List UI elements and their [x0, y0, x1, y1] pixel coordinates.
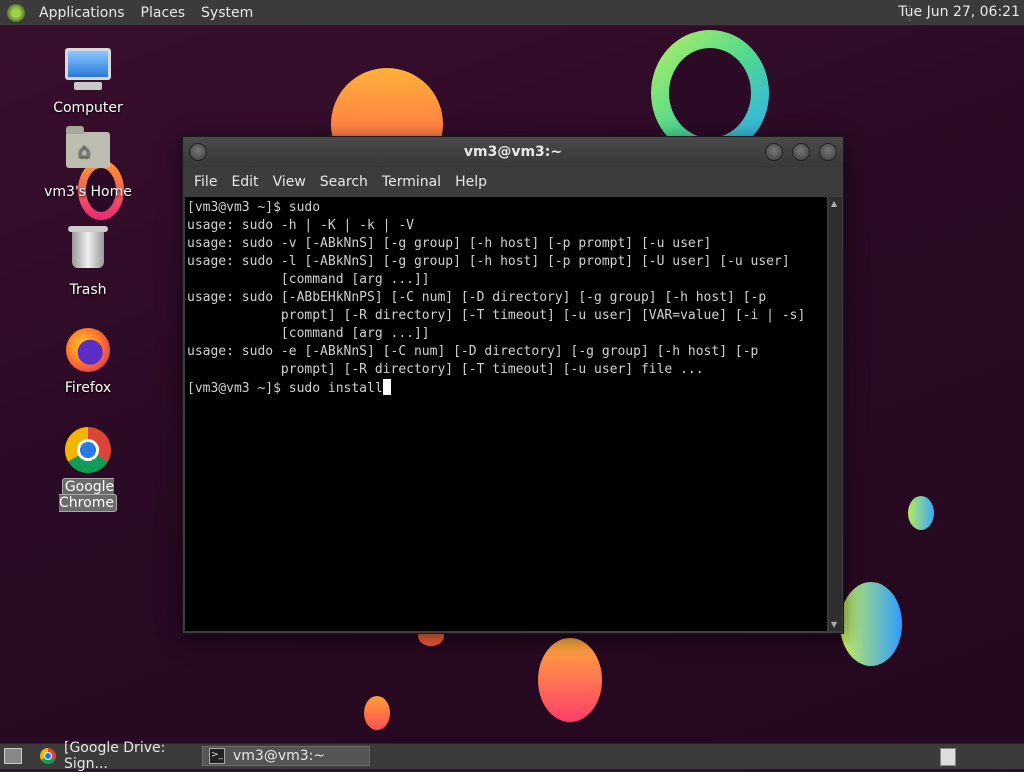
taskbar-item-terminal[interactable]: >_ vm3@vm3:~ [202, 746, 370, 766]
scroll-down-icon[interactable]: ▼ [831, 620, 837, 629]
bottom-panel: [Google Drive: Sign... >_ vm3@vm3:~ [0, 740, 1024, 772]
terminal-menubar: File Edit View Search Terminal Help [183, 167, 843, 197]
wallpaper-blob [840, 582, 902, 666]
chrome-icon [64, 427, 112, 475]
taskbar-item-label: [Google Drive: Sign... [64, 740, 166, 772]
terminal-icon: >_ [209, 748, 225, 764]
terminal-line: prompt] [-R directory] [-T timeout] [-u … [187, 362, 704, 377]
clock[interactable]: Tue Jun 27, 06:21 [898, 4, 1020, 20]
terminal-line: usage: sudo -l [-ABkNnS] [-g group] [-h … [187, 254, 790, 269]
desktop-icon-chrome[interactable]: Google Chrome [38, 426, 138, 512]
distro-logo-icon[interactable] [7, 3, 25, 22]
terminal-window[interactable]: vm3@vm3:~ File Edit View Search Terminal… [182, 136, 844, 634]
terminal-line: [vm3@vm3 ~]$ sudo [187, 200, 321, 215]
menu-edit[interactable]: Edit [224, 174, 265, 190]
terminal-line: usage: sudo -e [-ABkNnS] [-C num] [-D di… [187, 344, 759, 359]
places-menu[interactable]: Places [133, 5, 194, 21]
terminal-line: [command [arg ...]] [187, 326, 430, 341]
menu-file[interactable]: File [187, 174, 224, 190]
window-title: vm3@vm3:~ [463, 144, 563, 160]
terminal-scrollbar[interactable]: ▲ ▼ [829, 197, 842, 631]
top-panel: Applications Places System Tue Jun 27, 0… [0, 0, 1024, 26]
window-titlebar[interactable]: vm3@vm3:~ [183, 137, 843, 167]
maximize-button[interactable] [792, 143, 810, 161]
desktop-icon-trash[interactable]: Trash [38, 226, 138, 298]
show-desktop-icon[interactable] [4, 748, 22, 764]
computer-icon [64, 48, 112, 96]
menu-help[interactable]: Help [448, 174, 494, 190]
wallpaper-blob [364, 696, 390, 730]
close-button[interactable] [819, 143, 837, 161]
terminal-line: usage: sudo -v [-ABkNnS] [-g group] [-h … [187, 236, 712, 251]
applications-menu[interactable]: Applications [31, 5, 133, 21]
taskbar-item-label: vm3@vm3:~ [233, 748, 326, 764]
menu-view[interactable]: View [266, 174, 313, 190]
wallpaper-blob [538, 638, 602, 722]
terminal-prompt-line[interactable]: [vm3@vm3 ~]$ sudo install [187, 381, 383, 396]
desktop-icon-label: vm3's Home [44, 184, 132, 200]
menu-search[interactable]: Search [313, 174, 375, 190]
terminal-line: [command [arg ...]] [187, 272, 430, 287]
desktop-icon-home[interactable]: ⌂ vm3's Home [38, 126, 138, 200]
terminal-line: usage: sudo [-ABbEHkNnPS] [-C num] [-D d… [187, 290, 767, 305]
chrome-icon [40, 748, 56, 764]
menu-terminal[interactable]: Terminal [375, 174, 448, 190]
desktop-icon-label: Google Chrome [59, 478, 117, 512]
taskbar-item-chrome[interactable]: [Google Drive: Sign... [34, 740, 200, 772]
terminal-line: prompt] [-R directory] [-T timeout] [-u … [187, 308, 806, 323]
text-cursor [382, 379, 391, 395]
desktop-icon-label: Computer [53, 100, 123, 116]
home-folder-icon: ⌂ [64, 126, 112, 180]
scroll-up-icon[interactable]: ▲ [831, 199, 837, 208]
terminal-output[interactable]: [vm3@vm3 ~]$ sudo usage: sudo -h | -K | … [185, 197, 827, 631]
desktop-icon-label: Trash [69, 282, 107, 298]
terminal-line: usage: sudo -h | -K | -k | -V [187, 218, 414, 233]
desktop-icon-computer[interactable]: Computer [38, 46, 138, 116]
wallpaper-blob [908, 496, 934, 530]
firefox-icon [64, 328, 112, 376]
minimize-button[interactable] [765, 143, 783, 161]
desktop-icon-firefox[interactable]: Firefox [38, 326, 138, 396]
trash-icon [64, 226, 112, 278]
system-menu[interactable]: System [193, 5, 261, 21]
desktop-icon-label: Firefox [64, 380, 112, 396]
workspace-switcher[interactable] [940, 748, 956, 766]
